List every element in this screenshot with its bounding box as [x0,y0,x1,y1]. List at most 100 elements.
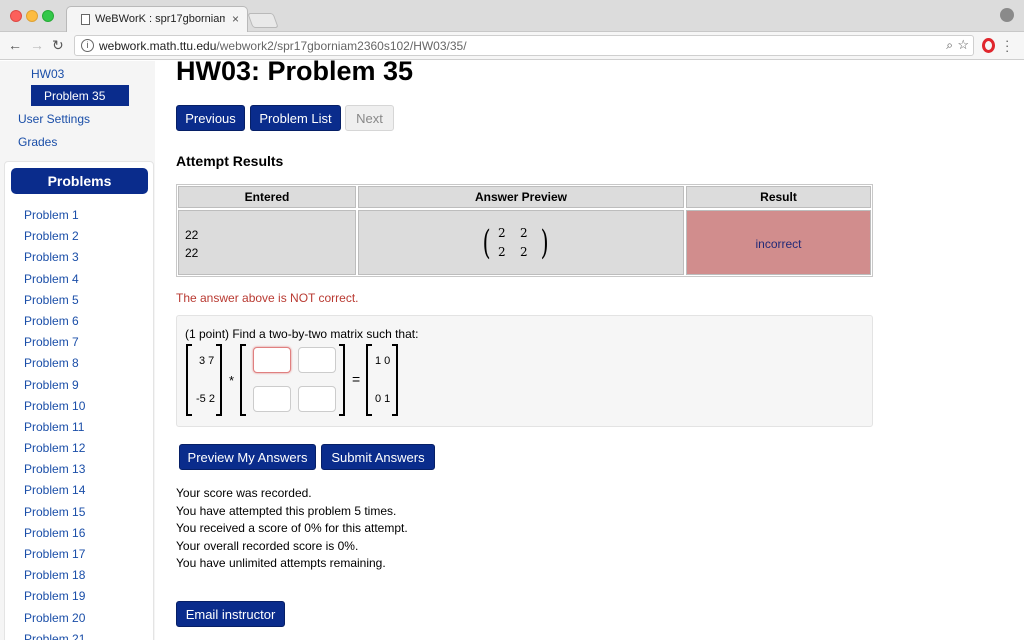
matrix-row: -5 2 [196,393,215,405]
sidebar-item-problem-3[interactable]: Problem 3 [24,250,85,271]
problems-heading: Problems [11,168,148,194]
sidebar-item-problem-2[interactable]: Problem 2 [24,229,85,250]
url-host: webwork.math.ttu.edu [99,39,217,53]
sidebar-item-problem-10[interactable]: Problem 10 [24,399,85,420]
address-bar[interactable]: i webwork.math.ttu.edu/webwork2/spr17gbo… [74,35,974,56]
browser-tab-bar: WeBWorK : spr17gborniam23 × [0,0,1024,33]
sidebar-item-problem-17[interactable]: Problem 17 [24,547,85,568]
left-bracket [240,344,246,416]
next-button[interactable]: Next [345,105,394,131]
matrix-entry: 2 [520,245,528,259]
sidebar-item-user-settings[interactable]: User Settings [18,112,90,126]
incorrect-message: The answer above is NOT correct. [176,291,359,305]
close-window-button[interactable] [10,10,22,22]
sidebar-item-problem-18[interactable]: Problem 18 [24,568,85,589]
score-status: Your score was recorded. You have attemp… [176,485,408,573]
problem-statement-box: (1 point) Find a two-by-two matrix such … [176,315,873,427]
sidebar-item-problem-9[interactable]: Problem 9 [24,378,85,399]
previous-button[interactable]: Previous [176,105,245,131]
sidebar-item-problem-15[interactable]: Problem 15 [24,505,85,526]
sidebar-item-label: Problem 35 [44,89,106,103]
column-header-answer-preview: Answer Preview [358,186,684,208]
problem-list-button[interactable]: Problem List [250,105,341,131]
bookmark-star-icon[interactable]: ☆ [957,37,969,53]
sidebar-item-problem-19[interactable]: Problem 19 [24,589,85,610]
sidebar-item-problem-8[interactable]: Problem 8 [24,356,85,377]
answer-preview-cell: ( 2 2 2 2 ) [358,210,684,275]
sidebar-item-problem-11[interactable]: Problem 11 [24,420,85,441]
left-bracket [186,344,192,416]
reload-icon[interactable]: ↻ [52,37,64,54]
submit-answers-button[interactable]: Submit Answers [321,444,435,470]
answer-input-r1c2[interactable] [298,347,336,373]
sidebar-item-problem-16[interactable]: Problem 16 [24,526,85,547]
page-title: HW03: Problem 35 [176,56,414,86]
tab-close-icon[interactable]: × [232,12,239,26]
answer-input-r2c2[interactable] [298,386,336,412]
sidebar-item-problem-4[interactable]: Problem 4 [24,272,85,293]
forward-icon[interactable]: → [30,37,44,53]
attempt-results-heading: Attempt Results [176,153,284,169]
sidebar-item-problem-12[interactable]: Problem 12 [24,441,85,462]
opera-icon[interactable] [982,38,995,53]
matrix-entry: 2 [498,245,506,259]
left-bracket [366,344,372,416]
preview-answers-button[interactable]: Preview My Answers [179,444,316,470]
document-icon [81,14,90,25]
results-table: Entered Answer Preview Result 22 22 ( 2 … [176,184,873,277]
answer-input-r1c1[interactable] [253,347,291,373]
entered-value: 22 [185,228,199,242]
matrix-row: 1 0 [375,355,391,367]
entered-cell: 22 22 [178,210,356,275]
sidebar-item-problem-7[interactable]: Problem 7 [24,335,85,356]
sidebar-item-problem-1[interactable]: Problem 1 [24,208,85,229]
equals-sign: = [352,371,361,387]
new-tab-button[interactable] [247,13,279,28]
sidebar-item-problem-5[interactable]: Problem 5 [24,293,85,314]
entered-value: 22 [185,246,199,260]
tab-title: WeBWorK : spr17gborniam23 [95,13,225,25]
matrix-entry: 2 [520,226,528,240]
sidebar-item-problem-14[interactable]: Problem 14 [24,483,85,504]
right-bracket [339,344,345,416]
matrix-row: 0 1 [375,393,391,405]
maximize-window-button[interactable] [42,10,54,22]
minimize-window-button[interactable] [26,10,38,22]
profile-icon[interactable] [1000,8,1014,22]
sidebar-item-problem-6[interactable]: Problem 6 [24,314,85,335]
url-path: /webwork2/spr17gborniam2360s102/HW03/35/ [216,39,467,53]
menu-icon[interactable]: · · · [1005,34,1009,57]
right-paren: ) [540,223,549,263]
sidebar-item-hw03[interactable]: HW03 [31,67,64,81]
problems-panel: Problems Problem 1 Problem 2 Problem 3 Prob… [4,161,154,640]
status-line: You have unlimited attempts remaining. [176,556,386,571]
result-status: incorrect [755,237,802,251]
answer-input-r2c1[interactable] [253,386,291,412]
left-paren: ( [482,223,491,263]
sidebar-item-problem-35[interactable]: Problem 35 [31,85,129,106]
status-line: Your overall recorded score is 0%. [176,538,359,553]
status-line: You received a score of 0% for this atte… [176,521,408,536]
status-line: You have attempted this problem 5 times. [176,503,397,518]
back-icon[interactable]: ← [8,37,22,53]
column-header-result: Result [686,186,871,208]
sidebar-item-problem-13[interactable]: Problem 13 [24,462,85,483]
sidebar-item-problem-21[interactable]: Problem 21 [24,632,85,640]
browser-toolbar: ← → ↻ i webwork.math.ttu.edu/webwork2/sp… [0,32,1024,60]
result-cell: incorrect [686,210,871,275]
problem-statement: (1 point) Find a two-by-two matrix such … [185,327,419,341]
multiply-sign: * [229,373,235,388]
browser-tab[interactable]: WeBWorK : spr17gborniam23 × [66,6,248,33]
sidebar: HW03 Problem 35 User Settings Grades Pro… [0,61,155,640]
column-header-entered: Entered [178,186,356,208]
problem-list: Problem 1 Problem 2 Problem 3 Problem 4 Prob… [24,208,85,640]
url-text: webwork.math.ttu.edu/webwork2/spr17gborn… [99,39,467,53]
sidebar-item-grades[interactable]: Grades [18,135,57,149]
zoom-icon[interactable]: ⌕ [946,38,953,53]
sidebar-item-problem-20[interactable]: Problem 20 [24,611,85,632]
right-bracket [216,344,222,416]
matrix-row: 3 7 [199,355,215,367]
email-instructor-button[interactable]: Email instructor [176,601,285,627]
right-bracket [392,344,398,416]
info-icon[interactable]: i [81,39,94,52]
